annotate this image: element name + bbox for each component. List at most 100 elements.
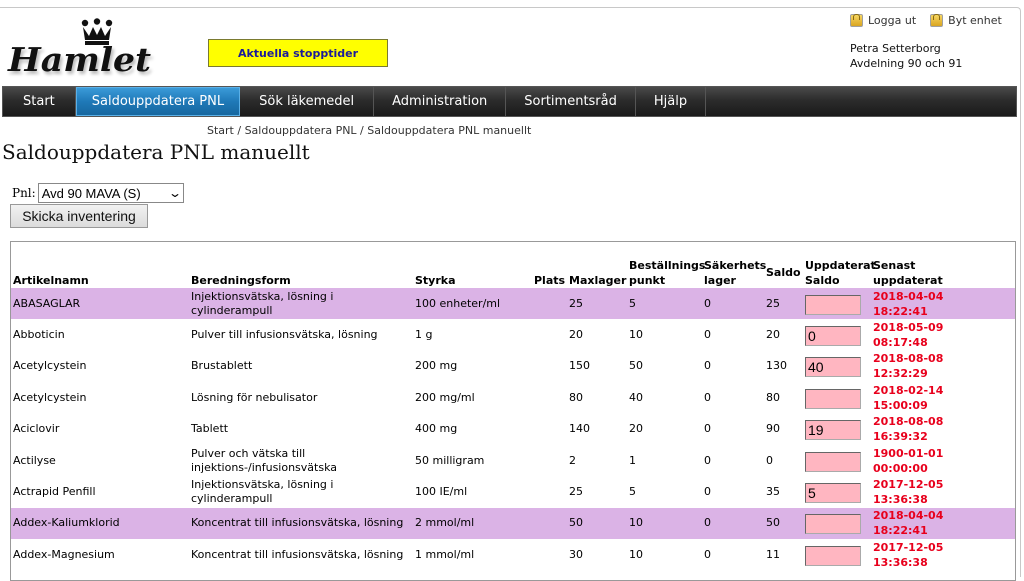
cell-plats — [532, 319, 567, 350]
cell-saldo: 0 — [766, 453, 773, 467]
updated-saldo-input[interactable] — [805, 388, 861, 409]
cell-styrka: 50 milligram — [415, 453, 485, 467]
user-name: Petra Setterborg — [850, 42, 941, 55]
cell-senast-uppdaterat: 2018-04-04 18:22:41 — [871, 507, 1015, 540]
col-beredningsform[interactable]: Beredningsform — [189, 242, 413, 288]
col-styrka[interactable]: Styrka — [413, 242, 532, 288]
cell-saldo: 11 — [766, 547, 780, 561]
cell-artikelnamn: Abboticin — [13, 328, 65, 342]
table-row: Acetylcystein Brustablett 200 mg 150 50 … — [11, 351, 1015, 382]
send-inventory-button[interactable]: Skicka inventering — [10, 204, 148, 228]
cell-beredningsform: Koncentrat till infusionsvätska, lösning — [191, 547, 404, 561]
col-sakerhetslager[interactable]: Säkerhets lager — [702, 242, 766, 288]
nav-item-administration[interactable]: Administration — [374, 87, 507, 116]
hamlet-logo[interactable]: Hamlet — [8, 18, 168, 80]
timestamp-time: 16:39:32 — [873, 430, 928, 444]
updated-saldo-input[interactable] — [805, 451, 861, 472]
cell-saldo: 25 — [764, 288, 803, 320]
table-row: Addex-Kaliumklorid Koncentrat till infus… — [11, 507, 1015, 540]
col-senast-uppdaterat[interactable]: Senast uppdaterat — [871, 242, 1015, 288]
timestamp-date: 2018-04-04 — [873, 509, 944, 523]
updated-saldo-input[interactable] — [805, 326, 861, 347]
cell-sakerhetslager: 0 — [702, 507, 764, 540]
cell-artikelnamn: ABASAGLAR — [11, 288, 189, 320]
nav-item-start[interactable]: Start — [3, 87, 76, 116]
cell-styrka: 1 g — [415, 328, 433, 342]
updated-saldo-input[interactable] — [805, 483, 861, 504]
header-line: punkt — [629, 274, 666, 287]
cell-bestallningspunkt: 10 — [629, 328, 643, 342]
stop-times-button[interactable]: Aktuella stopptider — [208, 39, 388, 67]
col-artikelnamn[interactable]: Artikelnamn — [11, 242, 189, 288]
table-row: Aciclovir Tablett 400 mg 140 20 0 90 201… — [11, 414, 1015, 445]
cell-bestallningspunkt: 5 — [629, 485, 636, 499]
cell-maxlager: 25 — [567, 288, 627, 320]
cell-plats — [532, 445, 567, 476]
updated-saldo-input[interactable] — [805, 357, 861, 378]
col-plats[interactable]: Plats — [532, 242, 567, 288]
cell-sakerhetslager: 0 — [704, 390, 711, 404]
header-line: Saldo — [805, 274, 840, 287]
user-info: Petra Setterborg Avdelning 90 och 91 — [850, 41, 962, 71]
cell-saldo: 130 — [766, 359, 787, 373]
cell-beredningsform: Injektionsvätska, lösning i cylinderampu… — [189, 288, 413, 320]
col-saldo[interactable]: Saldo — [764, 242, 803, 288]
cell-saldo: 50 — [764, 507, 803, 540]
table-row: Acetylcystein Lösning för nebulisator 20… — [11, 382, 1015, 413]
cell-plats — [532, 288, 567, 320]
logo-text: Hamlet — [8, 40, 152, 79]
header-line: lager — [704, 274, 736, 287]
logout-link[interactable]: Logga ut — [850, 14, 916, 27]
table-row: Abboticin Pulver till infusionsvätska, l… — [11, 319, 1015, 350]
switch-unit-label: Byt enhet — [948, 14, 1002, 27]
cell-uppdaterat-saldo — [803, 445, 871, 476]
nav-item-sok-lakemedel[interactable]: Sök läkemedel — [240, 87, 375, 116]
cell-styrka: 100 IE/ml — [415, 485, 468, 499]
chevron-down-icon: ⌄ — [167, 186, 182, 200]
timestamp-date: 2017-12-05 — [873, 478, 944, 492]
switch-unit-link[interactable]: Byt enhet — [930, 14, 1002, 27]
cell-artikelnamn: Addex-Kaliumklorid — [11, 507, 189, 540]
updated-saldo-input[interactable] — [805, 420, 861, 441]
cell-uppdaterat-saldo — [803, 319, 871, 350]
col-maxlager[interactable]: Maxlager — [567, 242, 627, 288]
cell-beredningsform: Koncentrat till infusionsvätska, lösning — [189, 507, 413, 540]
cell-artikelnamn: Addex-Magnesium — [13, 547, 115, 561]
header-line: uppdaterat — [873, 274, 943, 287]
pnl-selector-row: Pnl: Avd 90 MAVA (S) ⌄ — [12, 183, 184, 203]
cell-senast-uppdaterat: 2018-04-04 18:22:41 — [871, 288, 1015, 320]
pnl-label: Pnl: — [12, 186, 36, 200]
cell-styrka: 100 enheter/ml — [413, 288, 532, 320]
cell-styrka: 400 mg — [415, 422, 458, 436]
updated-saldo-input[interactable] — [805, 514, 861, 535]
cell-artikelnamn: Actrapid Penfill — [13, 485, 96, 499]
cell-sakerhetslager: 0 — [704, 328, 711, 342]
nav-item-hjalp[interactable]: Hjälp — [636, 87, 707, 116]
updated-saldo-input[interactable] — [805, 294, 861, 315]
cell-plats — [532, 539, 567, 570]
cell-senast-uppdaterat: 2018-08-08 12:32:29 — [871, 351, 1015, 382]
cell-saldo: 35 — [766, 485, 780, 499]
cell-beredningsform: Pulver till infusionsvätska, lösning — [191, 328, 378, 342]
nav-item-saldouppdatera-pnl[interactable]: Saldouppdatera PNL — [75, 87, 241, 116]
cell-sakerhetslager: 0 — [704, 485, 711, 499]
cell-bestallningspunkt: 50 — [629, 359, 643, 373]
nav-item-sortimentsrad[interactable]: Sortimentsråd — [506, 87, 636, 116]
pnl-select[interactable]: Avd 90 MAVA (S) ⌄ — [37, 183, 184, 203]
cell-maxlager: 30 — [569, 547, 583, 561]
cell-beredningsform: Brustablett — [191, 359, 253, 373]
cell-plats — [532, 414, 567, 445]
col-bestallningspunkt[interactable]: Beställnings punkt — [627, 242, 705, 288]
cell-saldo: 80 — [766, 390, 780, 404]
inventory-table-wrapper: Artikelnamn Beredningsform Styrka Plats … — [10, 241, 1016, 581]
cell-artikelnamn: Aciclovir — [13, 422, 60, 436]
cell-uppdaterat-saldo — [803, 382, 871, 413]
cell-saldo: 90 — [766, 422, 780, 436]
cell-styrka: 2 mmol/ml — [413, 507, 532, 540]
cell-maxlager: 25 — [569, 485, 583, 499]
cell-artikelnamn: Actilyse — [13, 453, 56, 467]
col-uppdaterat-saldo[interactable]: Uppdaterat Saldo — [803, 242, 876, 288]
breadcrumb[interactable]: Start / Saldouppdatera PNL / Saldouppdat… — [207, 124, 531, 137]
timestamp-time: 00:00:00 — [873, 461, 928, 475]
cell-senast-uppdaterat: 2018-05-09 08:17:48 — [871, 319, 1015, 350]
